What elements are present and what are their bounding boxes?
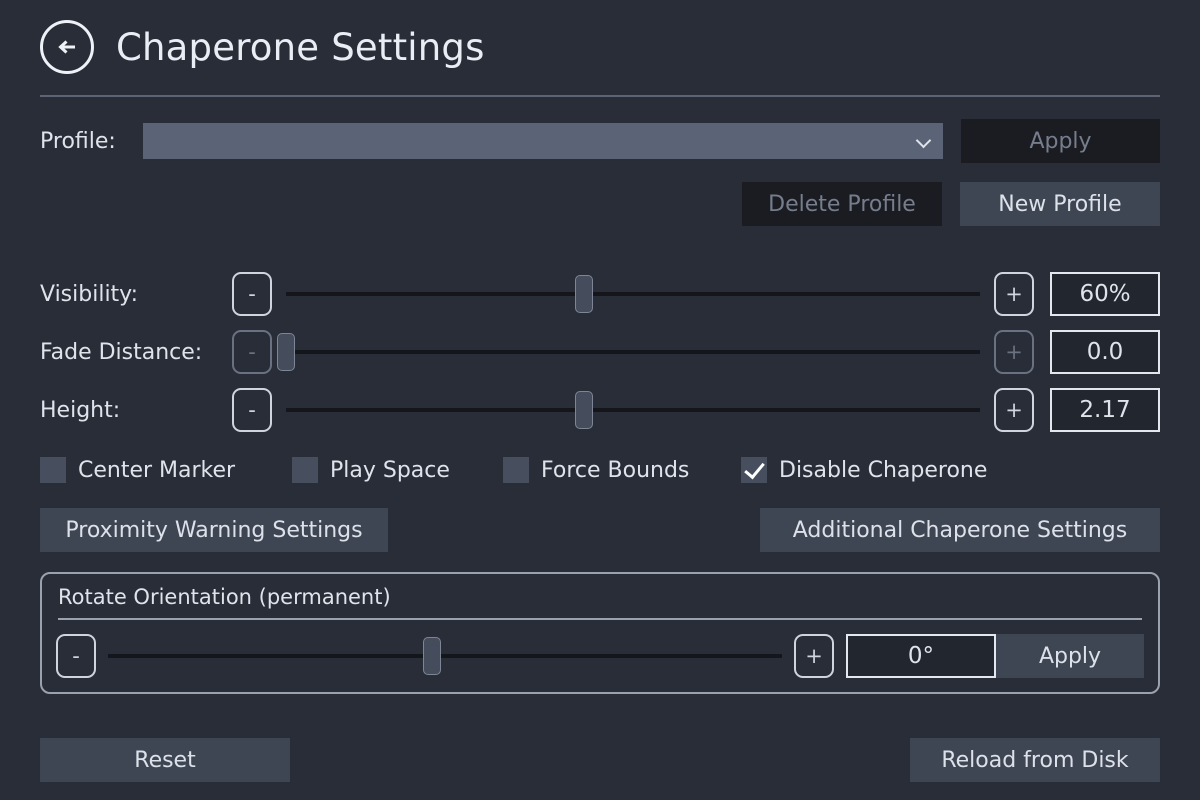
fade-distance-slider-row: Fade Distance: - + 0.0 <box>40 327 1160 377</box>
slider-section: Visibility: - + 60% Fade Distance: - + 0… <box>40 269 1160 435</box>
checkbox-center-marker[interactable]: Center Marker <box>40 457 292 483</box>
checkbox-force-bounds[interactable]: Force Bounds <box>503 457 741 483</box>
page-header: Chaperone Settings <box>40 0 1160 94</box>
checkbox-play-space[interactable]: Play Space <box>292 457 503 483</box>
delete-profile-button[interactable]: Delete Profile <box>742 182 942 226</box>
back-button[interactable] <box>40 20 94 74</box>
visibility-slider-row: Visibility: - + 60% <box>40 269 1160 319</box>
height-slider[interactable] <box>286 388 980 432</box>
visibility-increment-button[interactable]: + <box>994 272 1034 316</box>
new-profile-button[interactable]: New Profile <box>960 182 1160 226</box>
reset-button[interactable]: Reset <box>40 738 290 782</box>
profile-label: Profile: <box>40 128 116 154</box>
settings-buttons-row: Proximity Warning Settings Additional Ch… <box>40 508 1160 552</box>
checkbox-box[interactable] <box>40 457 66 483</box>
slider-track <box>286 408 980 412</box>
fade-distance-value[interactable]: 0.0 <box>1050 330 1160 374</box>
profile-select[interactable] <box>143 123 943 159</box>
checkbox-box[interactable] <box>741 457 767 483</box>
rotate-orientation-row: - + 0° Apply <box>56 634 1144 678</box>
fade-distance-label: Fade Distance: <box>40 339 203 365</box>
slider-track <box>286 292 980 296</box>
profile-actions-row: Delete Profile New Profile <box>40 182 1160 226</box>
fade-distance-decrement-button[interactable]: - <box>232 330 272 374</box>
height-label: Height: <box>40 397 121 423</box>
checkbox-label: Disable Chaperone <box>779 457 988 483</box>
page-title: Chaperone Settings <box>116 25 485 69</box>
reload-from-disk-button[interactable]: Reload from Disk <box>910 738 1160 782</box>
rotate-orientation-group: Rotate Orientation (permanent) - + 0° Ap… <box>40 572 1160 694</box>
header-divider <box>40 95 1160 97</box>
slider-thumb[interactable] <box>575 275 594 313</box>
profile-row: Profile: Apply <box>40 119 1160 163</box>
checkbox-label: Force Bounds <box>541 457 690 483</box>
proximity-warning-settings-button[interactable]: Proximity Warning Settings <box>40 508 388 552</box>
slider-thumb[interactable] <box>575 391 594 429</box>
height-value[interactable]: 2.17 <box>1050 388 1160 432</box>
rotate-increment-button[interactable]: + <box>794 634 834 678</box>
group-divider <box>58 618 1142 620</box>
visibility-label: Visibility: <box>40 281 139 307</box>
rotate-decrement-button[interactable]: - <box>56 634 96 678</box>
rotate-apply-button[interactable]: Apply <box>996 634 1144 678</box>
rotate-orientation-title: Rotate Orientation (permanent) <box>58 585 391 609</box>
fade-distance-increment-button[interactable]: + <box>994 330 1034 374</box>
visibility-slider[interactable] <box>286 272 980 316</box>
slider-track <box>108 654 782 658</box>
checkbox-box[interactable] <box>503 457 529 483</box>
height-increment-button[interactable]: + <box>994 388 1034 432</box>
fade-distance-slider[interactable] <box>277 330 980 374</box>
arrow-left-circle-icon <box>53 33 81 61</box>
apply-profile-button[interactable]: Apply <box>961 119 1160 163</box>
chaperone-settings-page: Chaperone Settings Profile: Apply Delete… <box>0 0 1200 800</box>
checkbox-disable-chaperone[interactable]: Disable Chaperone <box>741 457 987 483</box>
rotate-slider[interactable] <box>108 634 782 678</box>
checkbox-label: Center Marker <box>78 457 236 483</box>
rotate-value[interactable]: 0° <box>846 634 996 678</box>
checkbox-label: Play Space <box>330 457 450 483</box>
chevron-down-icon <box>917 134 931 148</box>
visibility-decrement-button[interactable]: - <box>232 272 272 316</box>
checkbox-box[interactable] <box>292 457 318 483</box>
additional-chaperone-settings-button[interactable]: Additional Chaperone Settings <box>760 508 1160 552</box>
slider-thumb[interactable] <box>422 637 441 675</box>
height-slider-row: Height: - + 2.17 <box>40 385 1160 435</box>
visibility-value[interactable]: 60% <box>1050 272 1160 316</box>
slider-track <box>286 350 980 354</box>
bottom-button-row: Reset Reload from Disk <box>40 738 1160 782</box>
slider-thumb[interactable] <box>277 333 295 371</box>
checkbox-row: Center Marker Play Space Force Bounds Di… <box>40 453 1160 487</box>
height-decrement-button[interactable]: - <box>232 388 272 432</box>
